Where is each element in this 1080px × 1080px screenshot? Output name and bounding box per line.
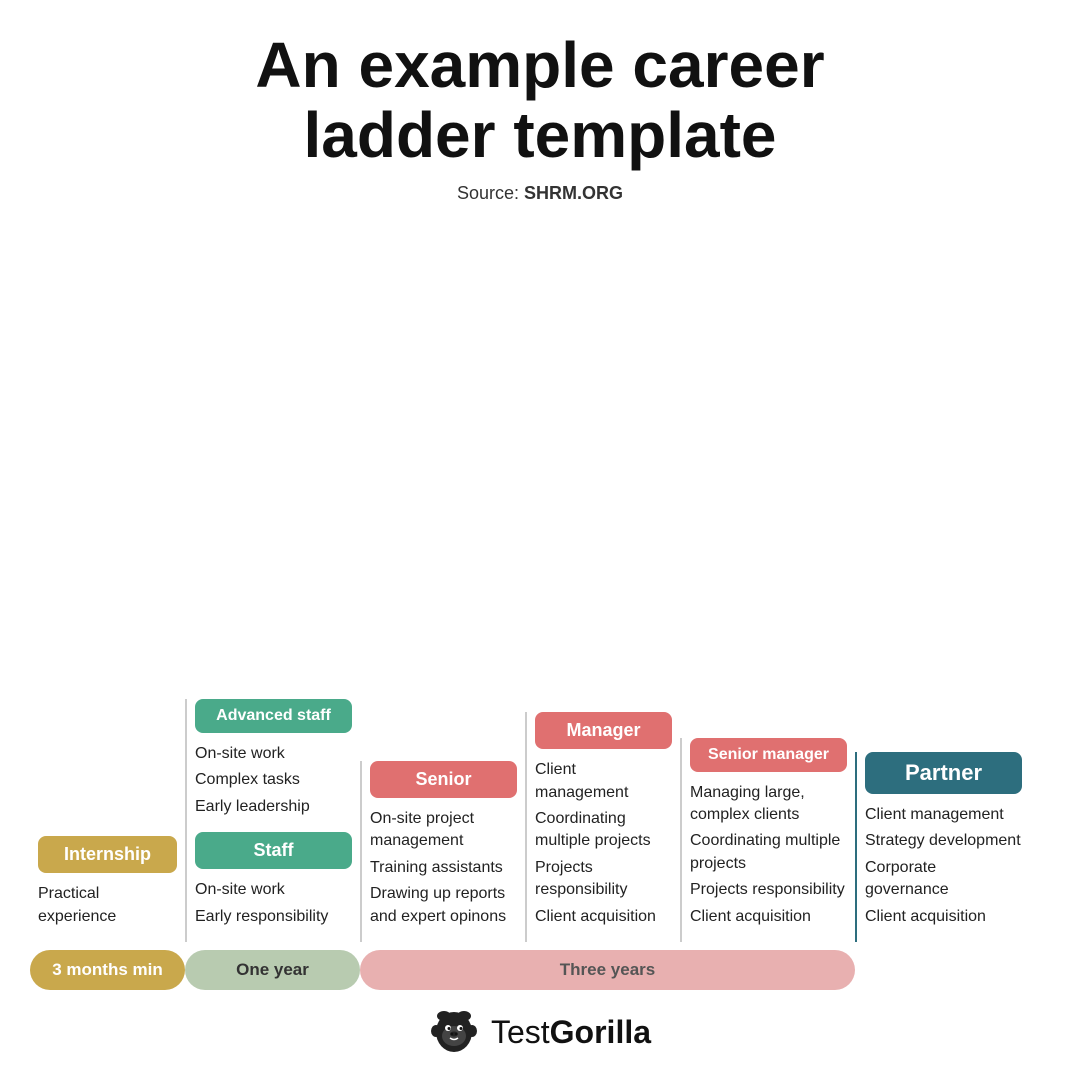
page-title: An example career ladder template bbox=[255, 30, 824, 171]
source-line: Source: SHRM.ORG bbox=[457, 183, 623, 204]
list-partner: Client management Strategy development C… bbox=[865, 804, 1022, 932]
list-senior-manager: Managing large, complex clients Coordina… bbox=[690, 782, 847, 932]
list-item: Training assistants bbox=[370, 857, 517, 879]
list-item: Corporate governance bbox=[865, 857, 1022, 902]
list-item: Coordinating multiple projects bbox=[535, 808, 672, 853]
source-name: SHRM.ORG bbox=[524, 183, 623, 203]
badge-partner: Partner bbox=[865, 752, 1022, 794]
gorilla-icon bbox=[429, 1004, 479, 1060]
list-item: Practical experience bbox=[38, 883, 177, 928]
list-item: On-site work bbox=[195, 743, 352, 765]
list-internship: Practical experience bbox=[38, 883, 177, 932]
list-item: Strategy development bbox=[865, 830, 1022, 852]
list-item: On-site project management bbox=[370, 808, 517, 853]
list-item: Client acquisition bbox=[865, 906, 1022, 928]
list-item: Complex tasks bbox=[195, 769, 352, 791]
list-item: Projects responsibility bbox=[690, 879, 847, 901]
list-item: Client acquisition bbox=[690, 906, 847, 928]
column-manager: Manager Client management Coordinating m… bbox=[525, 712, 680, 942]
list-item: Client acquisition bbox=[535, 906, 672, 928]
column-partner: Partner Client management Strategy devel… bbox=[855, 752, 1030, 942]
badge-staff: Staff bbox=[195, 832, 352, 869]
column-staff: Advanced staff On-site work Complex task… bbox=[185, 699, 360, 942]
list-item: Early responsibility bbox=[195, 906, 352, 928]
diagram-area: Internship Practical experience Advanced… bbox=[30, 220, 1050, 942]
brand-text: TestGorilla bbox=[491, 1014, 651, 1051]
list-item: Drawing up reports and expert opinons bbox=[370, 883, 517, 928]
duration-staff: One year bbox=[185, 950, 360, 990]
title-line1: An example career bbox=[255, 29, 824, 101]
list-staff: On-site work Early responsibility bbox=[195, 879, 352, 932]
list-manager: Client management Coordinating multiple … bbox=[535, 759, 672, 932]
title-line2: ladder template bbox=[303, 99, 776, 171]
badge-senior-manager: Senior manager bbox=[690, 738, 847, 772]
page: An example career ladder template Source… bbox=[0, 0, 1080, 1080]
source-prefix: Source: bbox=[457, 183, 524, 203]
brand-bold: Gorilla bbox=[550, 1014, 651, 1050]
column-internship: Internship Practical experience bbox=[30, 836, 185, 942]
badge-advanced-staff: Advanced staff bbox=[195, 699, 352, 733]
brand-regular: Test bbox=[491, 1014, 550, 1050]
column-senior-manager: Senior manager Managing large, complex c… bbox=[680, 738, 855, 942]
badge-internship: Internship bbox=[38, 836, 177, 873]
list-item: Projects responsibility bbox=[535, 857, 672, 902]
list-item: Managing large, complex clients bbox=[690, 782, 847, 827]
column-senior: Senior On-site project management Traini… bbox=[360, 761, 525, 942]
badge-senior: Senior bbox=[370, 761, 517, 798]
list-advanced-staff: On-site work Complex tasks Early leaders… bbox=[195, 743, 352, 822]
list-item: Client management bbox=[535, 759, 672, 804]
list-item: Client management bbox=[865, 804, 1022, 826]
staff-inner: Advanced staff On-site work Complex task… bbox=[195, 699, 352, 942]
duration-row: 3 months min One year Three years bbox=[30, 950, 1050, 990]
list-senior: On-site project management Training assi… bbox=[370, 808, 517, 932]
duration-senior: Three years bbox=[360, 950, 855, 990]
footer: TestGorilla bbox=[429, 1004, 651, 1060]
list-item: Early leadership bbox=[195, 796, 352, 818]
list-item: Coordinating multiple projects bbox=[690, 830, 847, 875]
list-item: On-site work bbox=[195, 879, 352, 901]
duration-internship: 3 months min bbox=[30, 950, 185, 990]
badge-manager: Manager bbox=[535, 712, 672, 749]
